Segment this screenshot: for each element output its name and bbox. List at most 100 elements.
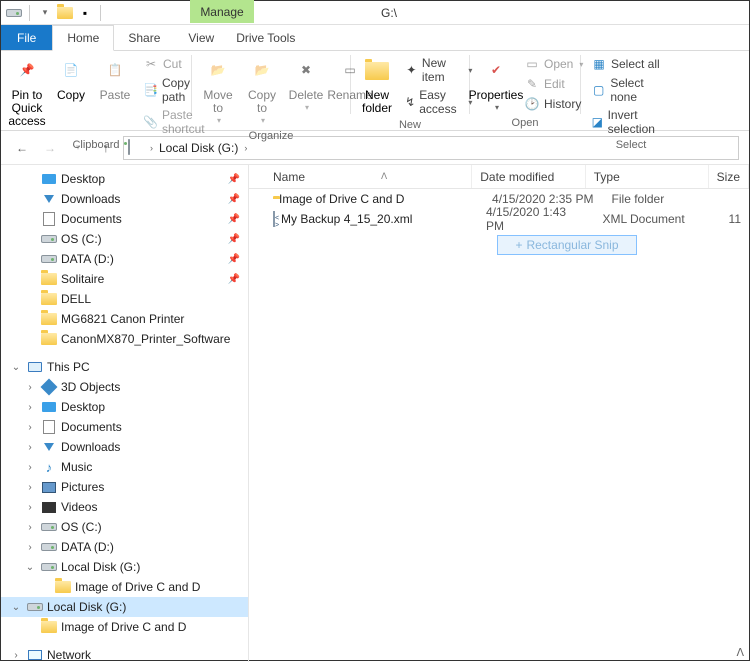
expand-icon[interactable]: › bbox=[9, 650, 23, 661]
tree-item[interactable]: DELL bbox=[1, 289, 248, 309]
tree-item[interactable]: Image of Drive C and D bbox=[1, 577, 248, 597]
tree-item[interactable]: ›3D Objects bbox=[1, 377, 248, 397]
recent-dropdown[interactable]: ▾ bbox=[67, 137, 89, 159]
tree-item-label: Desktop bbox=[61, 400, 105, 414]
expand-icon[interactable]: › bbox=[23, 522, 37, 533]
folder-icon bbox=[41, 291, 57, 307]
select-all-button[interactable]: ▦Select all bbox=[587, 55, 675, 73]
tree-item[interactable]: ›♪Music bbox=[1, 457, 248, 477]
folder-icon bbox=[41, 271, 57, 287]
copy-path-icon: 📑 bbox=[143, 82, 158, 98]
drive-tools-tab[interactable]: Drive Tools bbox=[222, 25, 309, 50]
plus-icon: + bbox=[515, 238, 522, 252]
tree-item-label: Documents bbox=[61, 420, 122, 434]
tree-item[interactable]: › Downloads bbox=[1, 437, 248, 457]
clipboard-group-label: Clipboard bbox=[7, 137, 185, 153]
tree-item[interactable]: ⌄This PC bbox=[1, 357, 248, 377]
expand-icon[interactable]: ⌄ bbox=[9, 602, 23, 613]
view-tab[interactable]: View bbox=[174, 25, 228, 50]
tree-item[interactable]: CanonMX870_Printer_Software bbox=[1, 329, 248, 349]
tree-item[interactable]: ›Pictures bbox=[1, 477, 248, 497]
expand-icon[interactable]: › bbox=[23, 542, 37, 553]
tree-item-label: DATA (D:) bbox=[61, 540, 114, 554]
net-icon bbox=[27, 647, 43, 662]
expand-icon[interactable]: › bbox=[23, 442, 37, 453]
tree-item-label: Image of Drive C and D bbox=[61, 620, 186, 634]
expand-icon[interactable]: › bbox=[23, 482, 37, 493]
copy-icon: 📄 bbox=[55, 55, 87, 87]
column-type[interactable]: Type bbox=[586, 165, 709, 188]
expand-icon[interactable]: › bbox=[23, 402, 37, 413]
tree-item[interactable]: MG6821 Canon Printer bbox=[1, 309, 248, 329]
tree-item-label: Local Disk (G:) bbox=[61, 560, 140, 574]
column-name[interactable]: Nameᐱ bbox=[265, 165, 472, 188]
tree-item-label: Music bbox=[61, 460, 92, 474]
window-title: G:\ bbox=[369, 6, 397, 20]
delete-button[interactable]: ✖ Delete▾ bbox=[286, 53, 326, 115]
tree-item-label: Downloads bbox=[61, 440, 120, 454]
tree-item[interactable]: › Desktop bbox=[1, 397, 248, 417]
expand-icon[interactable]: ⌄ bbox=[23, 562, 37, 573]
tree-item[interactable]: Solitaire📌 bbox=[1, 269, 248, 289]
move-to-button[interactable]: 📂 Move to▾ bbox=[198, 53, 238, 128]
tree-item[interactable]: Desktop📌 bbox=[1, 169, 248, 189]
copy-to-button[interactable]: 📂 Copy to▾ bbox=[242, 53, 282, 128]
share-tab[interactable]: Share bbox=[114, 25, 174, 50]
properties-button[interactable]: ✔ Properties▾ bbox=[476, 53, 516, 115]
new-item-icon: ✦ bbox=[405, 62, 418, 78]
drive-icon bbox=[41, 251, 57, 267]
pin-icon: 📌 bbox=[11, 55, 43, 87]
expand-icon[interactable]: › bbox=[23, 382, 37, 393]
tree-item[interactable]: Image of Drive C and D bbox=[1, 617, 248, 637]
new-folder-button[interactable]: New folder bbox=[357, 53, 397, 117]
tree-item[interactable]: DATA (D:)📌 bbox=[1, 249, 248, 269]
tree-item[interactable]: ›OS (C:) bbox=[1, 517, 248, 537]
easy-access-button[interactable]: ↯Easy access▾ bbox=[401, 87, 476, 117]
copy-button[interactable]: 📄 Copy bbox=[51, 53, 91, 104]
expand-icon[interactable]: › bbox=[23, 422, 37, 433]
tree-item-label: DELL bbox=[61, 292, 91, 306]
down-icon bbox=[41, 439, 57, 455]
file-row[interactable]: My Backup 4_15_20.xml4/15/2020 1:43 PMXM… bbox=[249, 209, 749, 229]
paste-button[interactable]: 📋 Paste bbox=[95, 53, 135, 104]
tree-item[interactable]: Documents📌 bbox=[1, 209, 248, 229]
easy-access-icon: ↯ bbox=[405, 94, 415, 110]
qat-dropdown-icon[interactable]: ▾ bbox=[36, 4, 54, 22]
tree-item[interactable]: ›Network bbox=[1, 645, 248, 662]
properties-qat-icon[interactable]: ▪ bbox=[76, 4, 94, 22]
drive-icon bbox=[41, 559, 57, 575]
tree-item[interactable]: ›Videos bbox=[1, 497, 248, 517]
manage-tab[interactable]: Manage bbox=[190, 0, 254, 23]
select-all-icon: ▦ bbox=[591, 56, 607, 72]
cut-icon: ✂ bbox=[143, 56, 159, 72]
expand-icon[interactable]: › bbox=[23, 502, 37, 513]
folder-icon bbox=[41, 619, 57, 635]
tree-item[interactable]: › DATA (D:) bbox=[1, 537, 248, 557]
expand-icon[interactable]: › bbox=[23, 462, 37, 473]
tree-item[interactable]: OS (C:)📌 bbox=[1, 229, 248, 249]
tree-item[interactable]: › Documents bbox=[1, 417, 248, 437]
content-pane[interactable]: Nameᐱ Date modified Type Size Image of D… bbox=[249, 165, 749, 662]
drive-icon bbox=[41, 231, 57, 247]
column-size[interactable]: Size bbox=[709, 165, 749, 188]
expand-icon[interactable]: ⌄ bbox=[9, 362, 23, 373]
home-tab[interactable]: Home bbox=[52, 25, 114, 51]
tree-item[interactable]: Downloads📌 bbox=[1, 189, 248, 209]
new-item-button[interactable]: ✦New item▾ bbox=[401, 55, 476, 85]
tree-item[interactable]: ⌄ Local Disk (G:) bbox=[1, 557, 248, 577]
invert-selection-button[interactable]: ◪Invert selection bbox=[587, 107, 675, 137]
pin-quick-access-button[interactable]: 📌 Pin to Quick access bbox=[7, 53, 47, 131]
file-tab[interactable]: File bbox=[1, 25, 52, 50]
organize-group-label: Organize bbox=[198, 128, 344, 144]
select-none-button[interactable]: ▢Select none bbox=[587, 75, 675, 105]
history-button[interactable]: 🕑History bbox=[520, 95, 587, 113]
invert-selection-icon: ◪ bbox=[591, 114, 604, 130]
edit-button[interactable]: ✎Edit bbox=[520, 75, 587, 93]
open-button[interactable]: ▭Open▾ bbox=[520, 55, 587, 73]
navigation-pane[interactable]: Desktop📌Downloads📌Documents📌OS (C:)📌DATA… bbox=[1, 165, 249, 662]
tree-item[interactable]: ⌄Local Disk (G:) bbox=[1, 597, 248, 617]
forward-button[interactable]: → bbox=[39, 137, 61, 159]
column-headers[interactable]: Nameᐱ Date modified Type Size bbox=[249, 165, 749, 189]
column-date[interactable]: Date modified bbox=[472, 165, 586, 188]
vid-icon bbox=[41, 499, 57, 515]
